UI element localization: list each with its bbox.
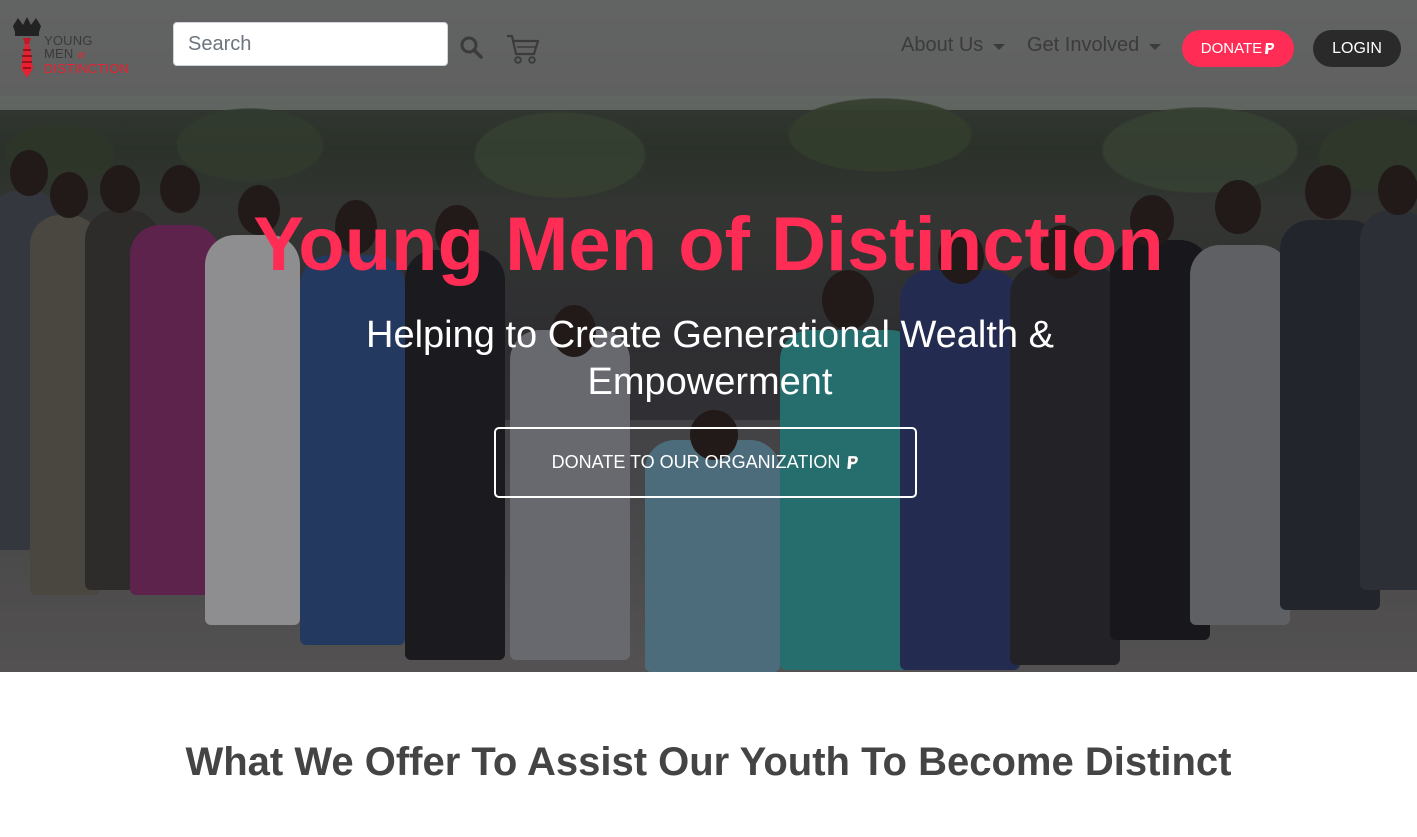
logo-of: of	[77, 50, 86, 60]
paypal-icon	[847, 456, 859, 469]
search-input[interactable]	[173, 22, 448, 66]
hero-title: Young Men of Distinction	[253, 202, 1164, 287]
search-icon[interactable]	[458, 34, 484, 60]
site-logo[interactable]: YOUNG MEN of DISTINCTION	[10, 16, 150, 80]
donate-organization-button[interactable]: DONATE TO OUR ORGANIZATION	[494, 427, 917, 498]
donate-button-label: DONATE	[1200, 40, 1263, 57]
nav-about-us[interactable]: About Us	[901, 34, 1006, 57]
donate-organization-label: DONATE TO OUR ORGANIZATION	[551, 452, 841, 472]
paypal-icon	[1265, 43, 1275, 54]
logo-line-distinction: DISTINCTION	[44, 61, 130, 76]
caret-down-icon	[1149, 43, 1162, 50]
nav-about-us-label: About Us	[901, 34, 984, 56]
hero-subtitle: Helping to Create Generational Wealth & …	[366, 314, 1054, 403]
nav-get-involved[interactable]: Get Involved	[1027, 34, 1162, 57]
donate-button[interactable]: DONATE	[1182, 30, 1294, 67]
login-button[interactable]: LOGIN	[1313, 30, 1401, 67]
caret-down-icon	[993, 43, 1006, 50]
top-navbar: YOUNG MEN of DISTINCTION About Us Get In…	[0, 0, 1417, 96]
cart-icon[interactable]	[505, 32, 541, 66]
nav-get-involved-label: Get Involved	[1027, 34, 1140, 56]
crown-tie-icon	[13, 17, 41, 78]
logo-line-men: MEN of	[44, 46, 86, 61]
logo-text: YOUNG MEN of DISTINCTION	[44, 34, 129, 75]
section-title: What We Offer To Assist Our Youth To Bec…	[185, 740, 1232, 784]
